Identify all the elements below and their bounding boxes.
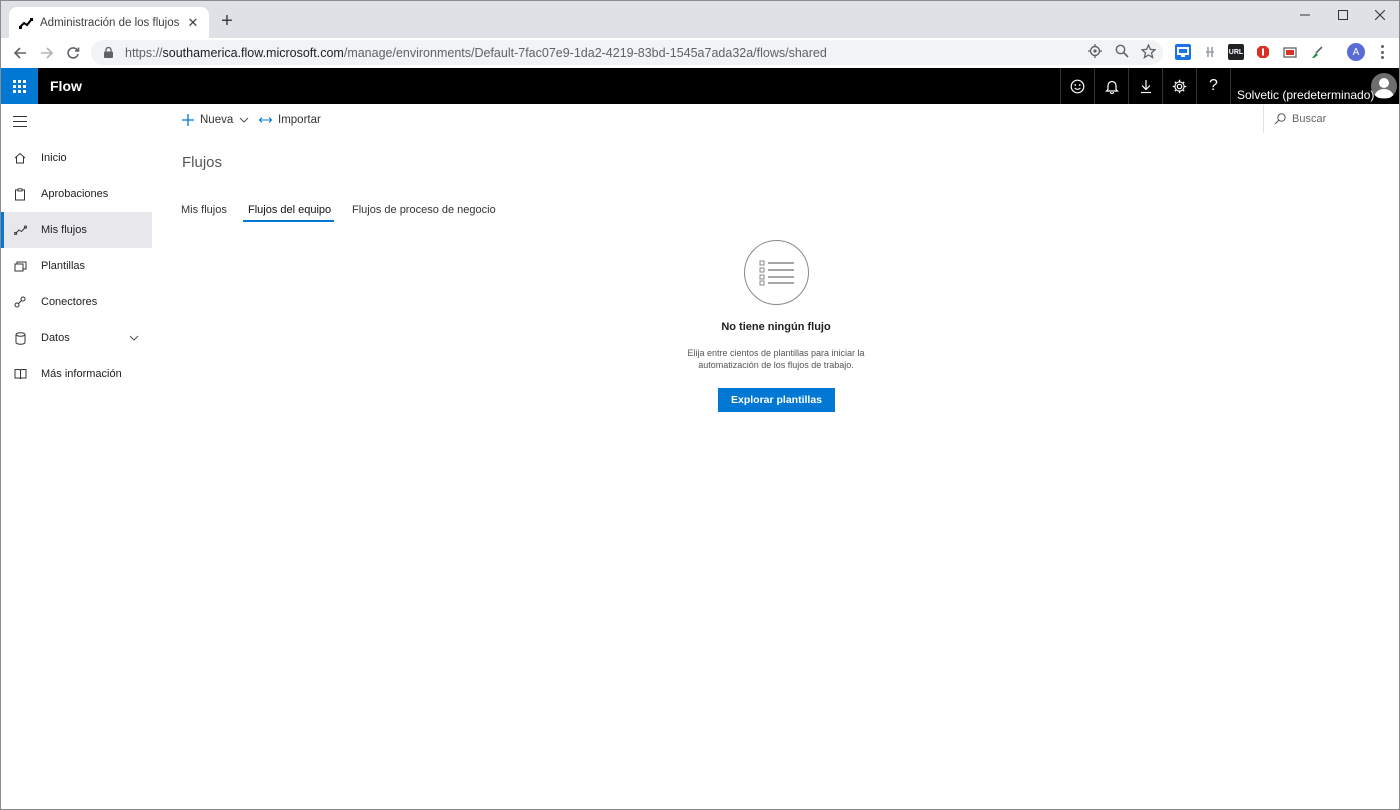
nav-label: Inicio [41,152,67,164]
nav-label: Plantillas [41,260,86,272]
empty-list-icon [744,240,809,305]
nav-label: Datos [41,332,70,344]
reload-button[interactable] [62,42,84,64]
nav-label: Conectores [41,296,98,308]
search-placeholder: Buscar [1292,113,1327,125]
address-bar[interactable]: https://southamerica.flow.microsoft.com/… [91,40,1163,65]
nav-item-datos[interactable]: Datos [1,320,152,356]
close-window-button[interactable] [1365,5,1395,25]
new-label: Nueva [200,114,234,126]
tab-title: Administración de los flujos | Mi [40,16,181,29]
nav-item-mas-informacion[interactable]: Más información [1,356,152,392]
zoom-icon[interactable] [1114,43,1130,59]
app-header: Flow ? Solvetic (predeterminado) [1,68,1399,104]
empty-desc-line: automatización de los flujos de trabajo. [698,360,854,370]
empty-desc-line: Elija entre cientos de plantillas para i… [687,348,865,358]
home-icon [13,151,27,165]
app-launcher-icon[interactable] [1,68,38,104]
flow-favicon-icon [19,16,33,30]
pinned-monitor-ext-icon[interactable] [1175,44,1191,60]
settings-gear-icon[interactable] [1162,68,1196,104]
bookmark-star-icon[interactable] [1140,43,1156,59]
nav-item-plantillas[interactable]: Plantillas [1,248,152,284]
location-icon[interactable] [1087,43,1103,59]
nav-item-conectores[interactable]: Conectores [1,284,152,320]
minimize-button[interactable] [1290,5,1320,25]
nav-label: Aprobaciones [41,188,109,200]
feedback-smiley-icon[interactable] [1060,68,1094,104]
left-navigation: Inicio Aprobaciones Mis flujos Plantilla… [1,104,152,809]
tab-mis-flujos[interactable]: Mis flujos [181,204,227,216]
red-ext-icon[interactable] [1255,44,1271,60]
user-avatar-icon[interactable] [1371,73,1397,99]
clip-ext-icon[interactable] [1202,44,1218,60]
tab-flujos-de-proceso-de-negocio[interactable]: Flujos de proceso de negocio [352,204,496,216]
maximize-button[interactable] [1328,5,1358,25]
import-button[interactable]: Importar [259,112,321,128]
forward-button[interactable] [36,42,58,64]
flows-icon [13,223,27,237]
download-icon[interactable] [1128,68,1162,104]
broom-ext-icon[interactable] [1309,44,1325,60]
nav-label: Más información [41,368,122,380]
import-arrows-icon [259,116,272,124]
new-button[interactable]: Nueva [182,112,249,128]
notifications-bell-icon[interactable] [1094,68,1128,104]
nav-label: Mis flujos [41,224,87,236]
profile-avatar[interactable]: A [1347,43,1365,61]
chevron-down-icon[interactable] [129,333,139,343]
tab-flujos-del-equipo[interactable]: Flujos del equipo [248,204,331,216]
book-icon [13,367,27,381]
approvals-icon [13,187,27,201]
templates-icon [13,259,27,273]
connectors-icon [13,295,27,309]
hamburger-menu-icon[interactable] [13,116,27,127]
browser-toolbar: https://southamerica.flow.microsoft.com/… [1,38,1399,67]
import-label: Importar [278,114,321,126]
page-title: Flujos [182,154,223,171]
data-icon [13,331,27,345]
empty-state-description: Elija entre cientos de plantillas para i… [661,347,891,371]
nav-item-mis-flujos[interactable]: Mis flujos [1,212,152,248]
search-box[interactable]: Buscar [1263,105,1399,133]
nav-item-aprobaciones[interactable]: Aprobaciones [1,176,152,212]
plus-icon [182,114,194,126]
browser-menu-icon[interactable] [1377,44,1387,60]
search-icon [1274,113,1286,125]
new-tab-button[interactable]: + [217,11,237,31]
tab-close-icon[interactable]: ✕ [185,15,201,31]
nav-item-inicio[interactable]: Inicio [1,140,152,176]
browser-tab[interactable]: Administración de los flujos | Mi ✕ [9,7,209,38]
empty-state-title: No tiene ningún flujo [721,321,831,333]
lock-icon [101,46,115,60]
tab-strip: Administración de los flujos | Mi ✕ + [1,1,1399,38]
screenshot-ext-icon[interactable] [1282,44,1298,60]
url-text: https://southamerica.flow.microsoft.com/… [125,45,827,60]
brand-title[interactable]: Flow [50,78,82,94]
help-button[interactable]: ? [1196,68,1230,104]
browser-window: Administración de los flujos | Mi ✕ + h [0,0,1400,810]
active-tab-indicator [243,220,334,222]
chevron-down-icon [239,117,249,123]
back-button[interactable] [9,42,31,64]
explore-templates-button[interactable]: Explorar plantillas [718,388,835,412]
url-ext-icon[interactable]: URL [1228,44,1244,60]
environment-name[interactable]: Solvetic (predeterminado) [1237,88,1374,102]
